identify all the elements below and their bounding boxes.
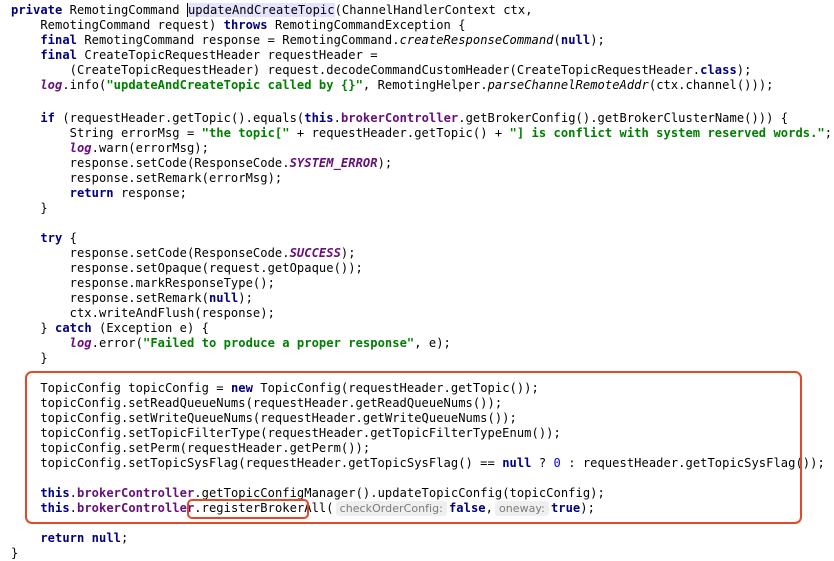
code-line-24: } bbox=[11, 351, 48, 365]
code-line-18: response.setOpaque(request.getOpaque()); bbox=[11, 261, 363, 275]
code-line-11: response.setCode(ResponseCode.SYSTEM_ERR… bbox=[11, 156, 393, 170]
code-line-3: final RemotingCommand response = Remotin… bbox=[11, 33, 605, 47]
code-line-12: response.setRemark(errorMsg); bbox=[11, 171, 283, 185]
code-line-2: RemotingCommand request) throws Remoting… bbox=[11, 18, 466, 32]
code-line-19: response.markResponseType(); bbox=[11, 276, 275, 290]
code-line-14: } bbox=[11, 201, 48, 215]
code-line-5: (CreateTopicRequestHeader) request.decod… bbox=[11, 63, 752, 77]
code-line-16: try { bbox=[11, 231, 77, 245]
code-line-6: log.info("updateAndCreateTopic called by… bbox=[11, 78, 774, 92]
method-name-updateAndCreateTopic[interactable]: updateAndCreateTopic bbox=[186, 3, 335, 17]
highlight-box-registerBrokerAll bbox=[187, 499, 309, 519]
code-line-8: if (requestHeader.getTopic().equals(this… bbox=[11, 111, 789, 125]
code-line-21: ctx.writeAndFlush(response); bbox=[11, 306, 275, 320]
code-line-10: log.warn(errorMsg); bbox=[11, 141, 209, 155]
code-editor[interactable]: private RemotingCommand updateAndCreateT… bbox=[0, 0, 834, 560]
code-line-13: return response; bbox=[11, 186, 187, 200]
code-line-9: String errorMsg = "the topic[" + request… bbox=[11, 126, 833, 140]
highlight-box-topic-config-block bbox=[25, 371, 802, 524]
code-line-1: private RemotingCommand updateAndCreateT… bbox=[11, 3, 533, 17]
code-line-37: } bbox=[11, 546, 19, 560]
code-line-20: response.setRemark(null); bbox=[11, 291, 253, 305]
code-line-23: log.error("Failed to produce a proper re… bbox=[11, 336, 451, 350]
code-line-4: final CreateTopicRequestHeader requestHe… bbox=[11, 48, 378, 62]
code-line-22: } catch (Exception e) { bbox=[11, 321, 209, 335]
code-line-17: response.setCode(ResponseCode.SUCCESS); bbox=[11, 246, 356, 260]
code-line-36: return null; bbox=[11, 531, 129, 545]
